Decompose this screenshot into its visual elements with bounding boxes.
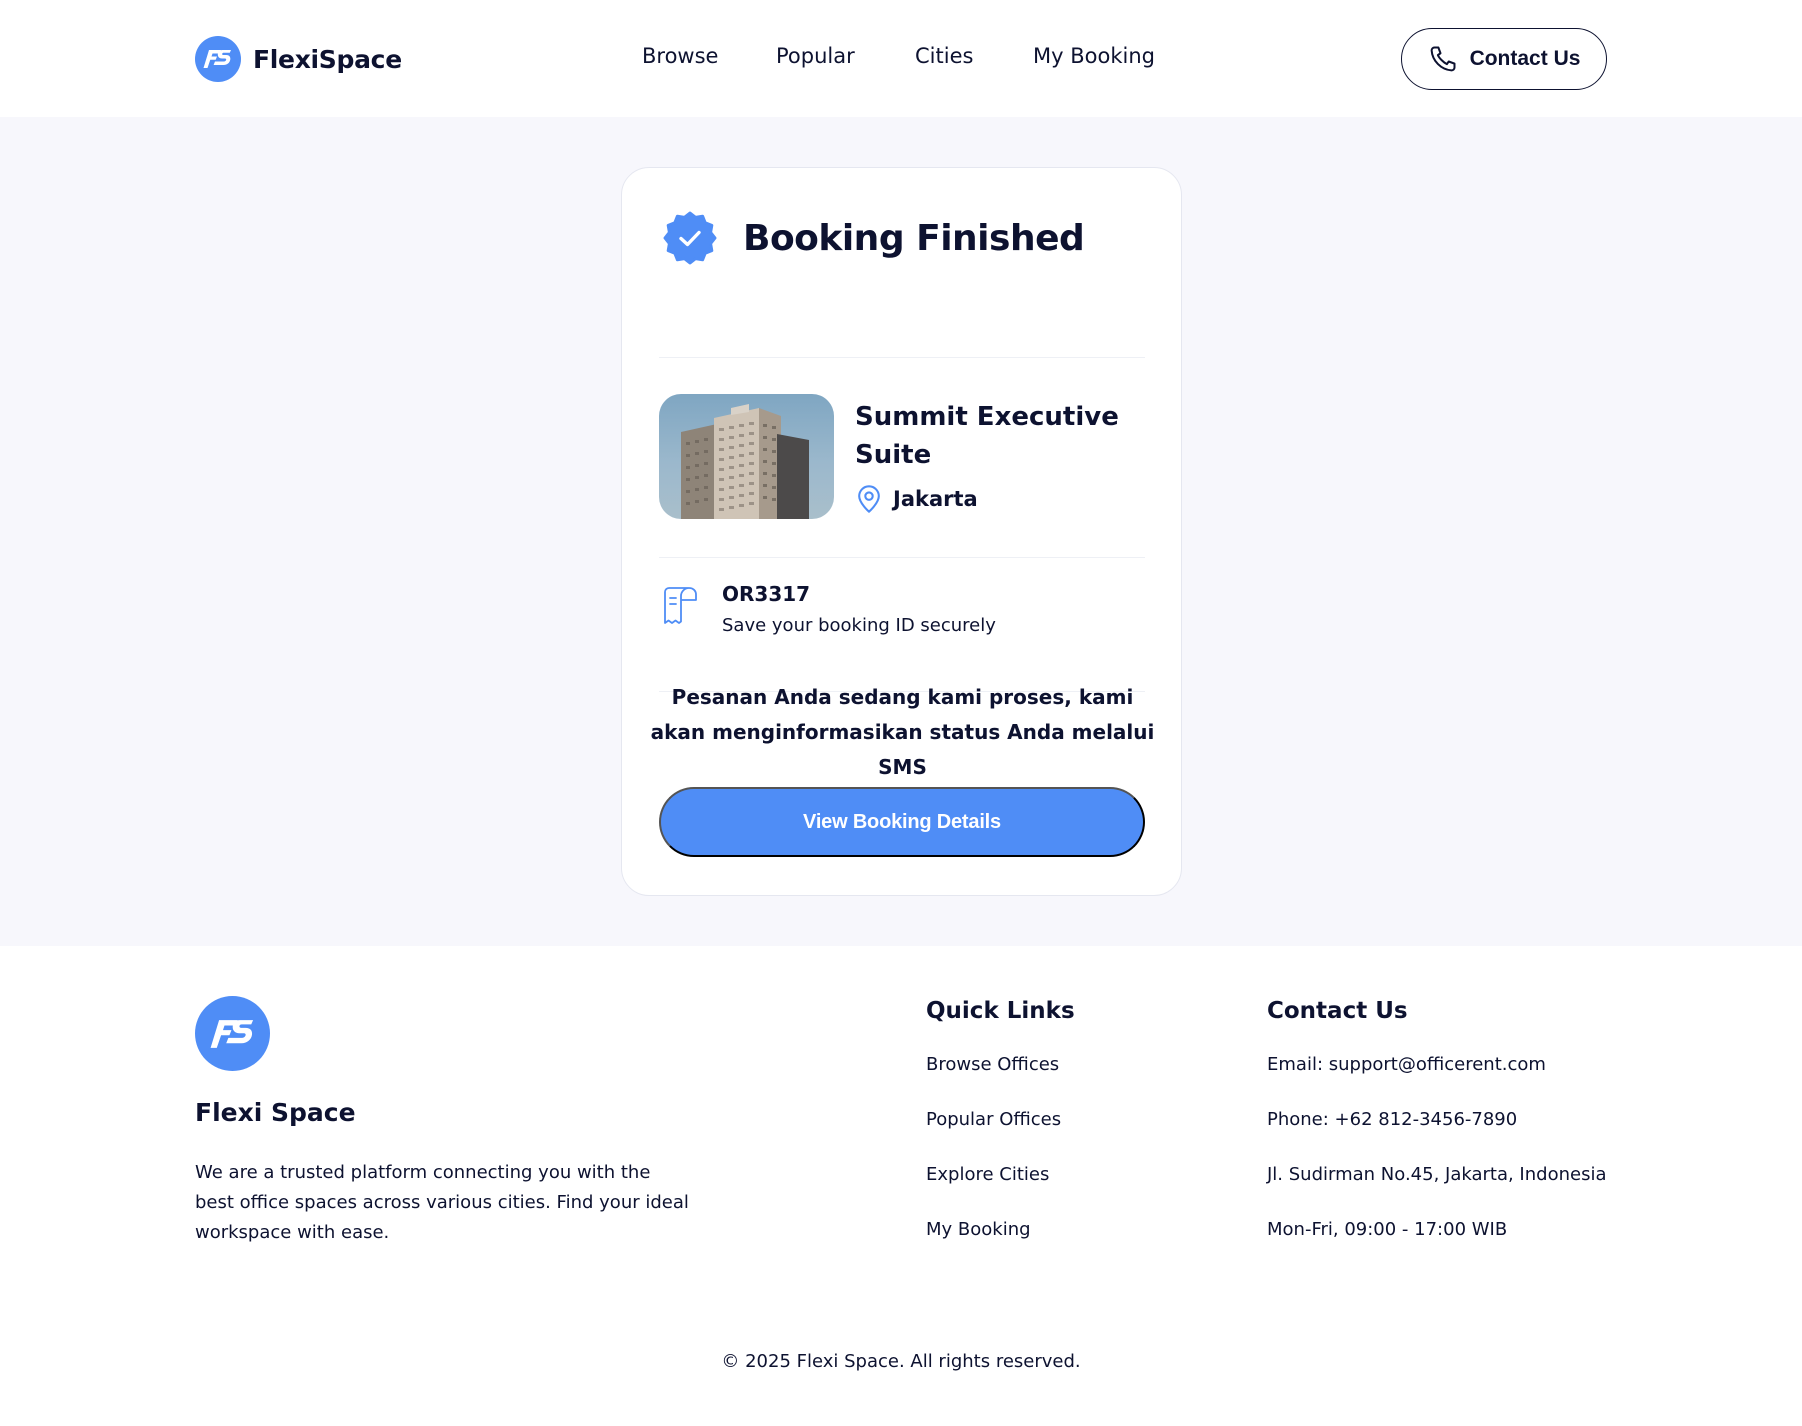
- contact-address: Jl. Sudirman No.45, Jakarta, Indonesia: [1267, 1164, 1607, 1185]
- office-photo: [659, 394, 834, 519]
- nav-my-booking[interactable]: My Booking: [1033, 44, 1155, 68]
- booking-finished-card: Booking Finished Summit Executive Suite …: [621, 167, 1182, 896]
- contact-hours: Mon-Fri, 09:00 - 17:00 WIB: [1267, 1219, 1508, 1240]
- office-name: Summit Executive Suite: [855, 402, 1119, 470]
- footer-brand-name: Flexi Space: [195, 1098, 356, 1127]
- contact-heading: Contact Us: [1267, 998, 1408, 1024]
- booking-id: OR3317: [722, 582, 811, 606]
- footer-link-browse-offices[interactable]: Browse Offices: [926, 1040, 1075, 1095]
- nav-cities[interactable]: Cities: [915, 44, 973, 68]
- footer-quick-links: Quick Links Browse Offices Popular Offic…: [926, 998, 1075, 1260]
- booking-id-block: OR3317 Save your booking ID securely: [659, 545, 1145, 636]
- phone-icon: [1430, 46, 1456, 72]
- footer-description: We are a trusted platform connecting you…: [195, 1162, 689, 1243]
- footer-link-popular-offices[interactable]: Popular Offices: [926, 1095, 1075, 1150]
- footer-link-explore-cities[interactable]: Explore Cities: [926, 1150, 1075, 1205]
- office-location: Jakarta: [855, 484, 978, 514]
- office-summary: Summit Executive Suite Jakarta: [659, 394, 1145, 520]
- location-pin-icon: [858, 485, 880, 513]
- contact-email: Email: support@officerent.com: [1267, 1054, 1546, 1075]
- contact-us-label: Contact Us: [1469, 47, 1581, 70]
- nav-browse[interactable]: Browse: [642, 44, 718, 68]
- footer-logo-icon: [195, 996, 270, 1071]
- booking-finished-section: Booking Finished Summit Executive Suite …: [0, 117, 1802, 946]
- booking-id-note: Save your booking ID securely: [722, 615, 996, 636]
- footer-link-my-booking[interactable]: My Booking: [926, 1205, 1075, 1260]
- receipt-icon: [664, 587, 697, 624]
- site-header: FlexiSpace Browse Popular Cities My Book…: [0, 0, 1802, 117]
- status-message: Pesanan Anda sedang kami proses, kami ak…: [650, 685, 1155, 779]
- footer-contact: Contact Us Email: support@officerent.com…: [1267, 998, 1606, 1260]
- view-booking-details-label: View Booking Details: [803, 810, 1001, 833]
- contact-phone: Phone: +62 812-3456-7890: [1267, 1109, 1518, 1130]
- quick-links-heading: Quick Links: [926, 998, 1075, 1024]
- contact-us-button[interactable]: Contact Us: [1401, 28, 1607, 90]
- copyright: © 2025 Flexi Space. All rights reserved.: [721, 1351, 1081, 1372]
- divider: [659, 357, 1145, 358]
- nav-popular[interactable]: Popular: [776, 44, 855, 68]
- office-city: Jakarta: [893, 487, 978, 511]
- card-header: Booking Finished: [662, 210, 1085, 266]
- page-title: Booking Finished: [743, 217, 1085, 259]
- view-booking-details-button[interactable]: View Booking Details: [659, 787, 1145, 857]
- site-footer: Flexi Space We are a trusted platform co…: [0, 946, 1802, 1426]
- verified-badge-icon: [663, 211, 717, 265]
